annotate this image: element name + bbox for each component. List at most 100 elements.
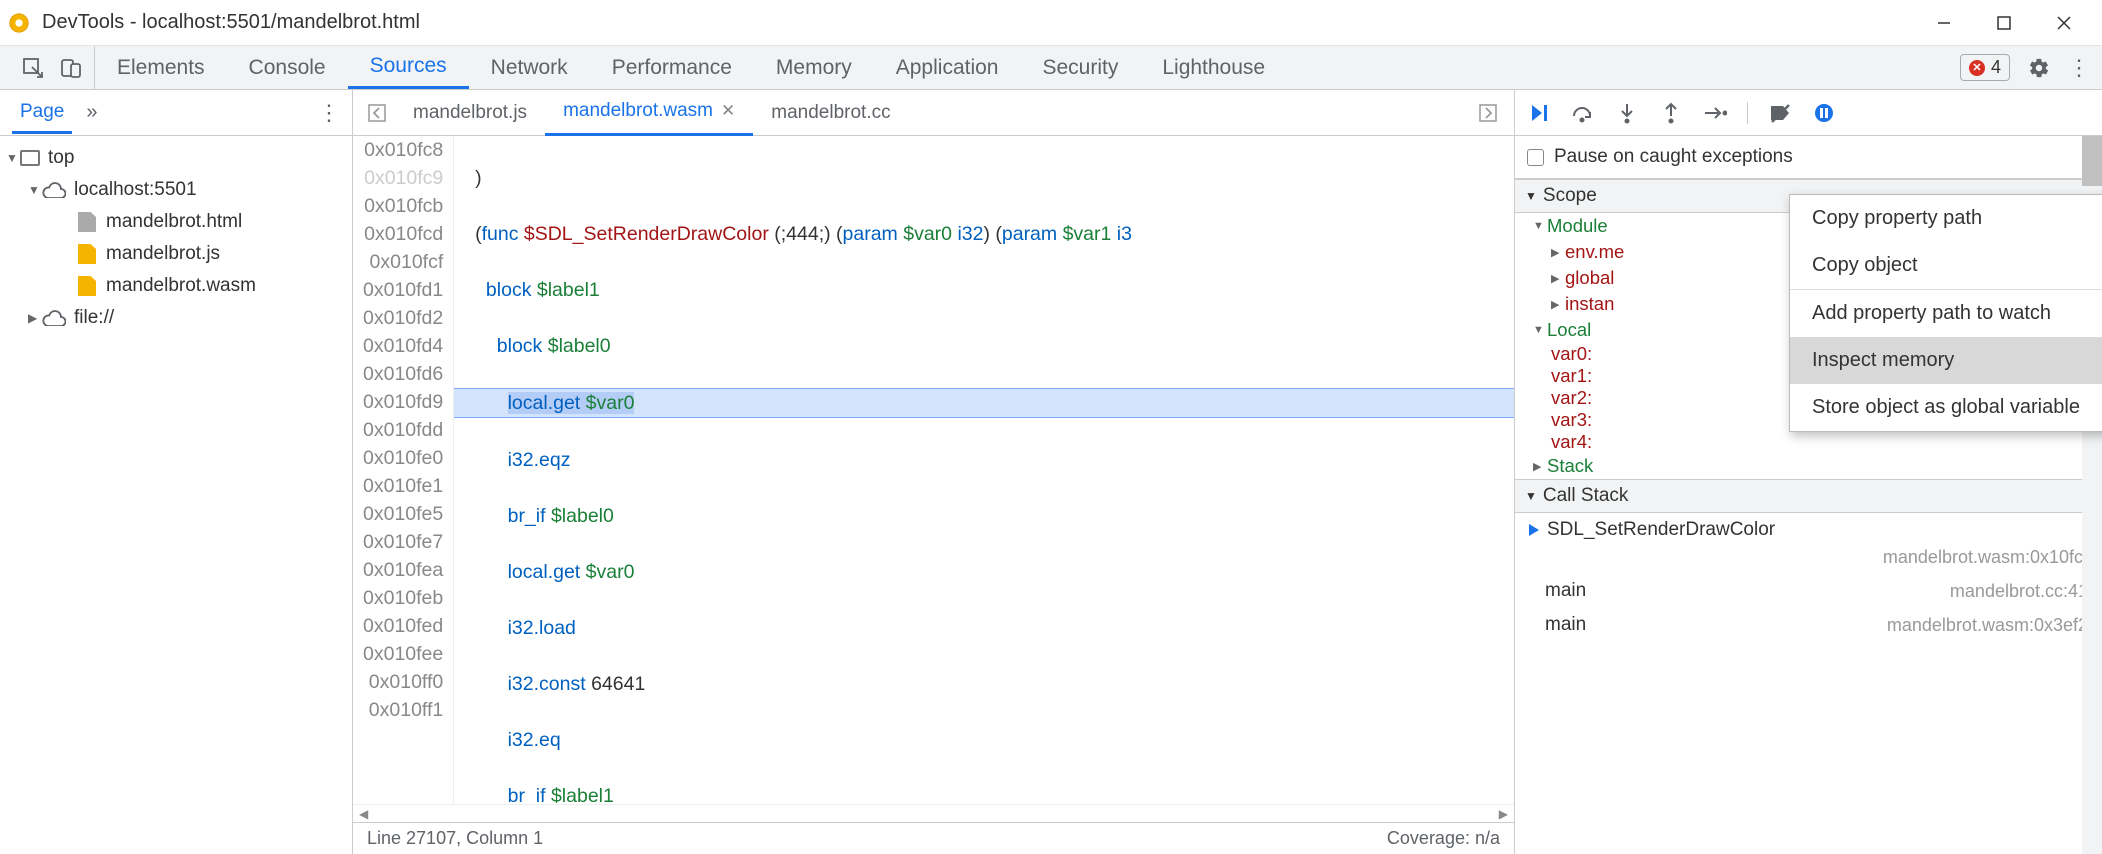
window-controls bbox=[1914, 3, 2094, 43]
scope-local-var[interactable]: var4: bbox=[1515, 431, 2102, 453]
editor-tab-js[interactable]: mandelbrot.js bbox=[395, 90, 545, 136]
context-menu: Copy property path Copy object Add prope… bbox=[1789, 194, 2102, 432]
close-icon[interactable]: ✕ bbox=[721, 101, 735, 121]
window-close-button[interactable] bbox=[2034, 3, 2094, 43]
error-count: 4 bbox=[1991, 57, 2001, 78]
editor-tab-label: mandelbrot.cc bbox=[771, 102, 890, 124]
horizontal-scrollbar[interactable]: ◀ ▶ bbox=[353, 804, 1514, 822]
toolbar-separator bbox=[1747, 102, 1748, 124]
chevron-right-icon: ▶ bbox=[28, 311, 42, 325]
tree-file-label: mandelbrot.wasm bbox=[106, 275, 256, 297]
callstack-frame[interactable]: SDL_SetRenderDrawColor bbox=[1515, 513, 2102, 547]
editor-tab-label: mandelbrot.js bbox=[413, 102, 527, 124]
sidebar-kebab-icon[interactable]: ⋮ bbox=[318, 100, 340, 126]
window-title: DevTools - localhost:5501/mandelbrot.htm… bbox=[42, 11, 420, 34]
cloud-icon bbox=[42, 182, 66, 198]
status-cursor-position: Line 27107, Column 1 bbox=[367, 828, 543, 849]
callstack-frame-loc: mandelbrot.wasm:0x10fcf bbox=[1515, 547, 2102, 574]
settings-icon[interactable] bbox=[2028, 57, 2050, 79]
code-lines[interactable]: ) (func $SDL_SetRenderDrawColor (;444;) … bbox=[454, 136, 1514, 804]
device-toolbar-icon[interactable] bbox=[60, 57, 82, 79]
ctx-inspect-memory[interactable]: Inspect memory bbox=[1790, 337, 2102, 384]
frame-icon bbox=[20, 150, 40, 166]
callstack-frame[interactable]: main mandelbrot.wasm:0x3ef2 bbox=[1515, 608, 2102, 642]
tab-memory[interactable]: Memory bbox=[754, 46, 874, 89]
sidebar-tab-page[interactable]: Page bbox=[12, 91, 72, 134]
error-icon: ✕ bbox=[1969, 60, 1985, 76]
resume-icon[interactable] bbox=[1527, 101, 1551, 125]
debugger-panel: Pause on caught exceptions ▼ Scope ▼Modu… bbox=[1515, 90, 2102, 854]
code-area[interactable]: 0x010fc8 0x010fc9 0x010fcb 0x010fcd 0x01… bbox=[353, 136, 1514, 804]
ctx-copy-object[interactable]: Copy object bbox=[1790, 242, 2102, 289]
window-minimize-button[interactable] bbox=[1914, 3, 1974, 43]
editor-tab-wasm[interactable]: mandelbrot.wasm ✕ bbox=[545, 90, 753, 136]
pause-exceptions-label: Pause on caught exceptions bbox=[1554, 146, 1793, 168]
status-coverage: Coverage: n/a bbox=[1387, 828, 1500, 849]
ctx-copy-property-path[interactable]: Copy property path bbox=[1790, 195, 2102, 242]
chevron-down-icon: ▼ bbox=[1533, 324, 1547, 336]
chevron-down-icon: ▼ bbox=[28, 183, 42, 197]
debugger-toolbar bbox=[1515, 90, 2102, 136]
ctx-store-global[interactable]: Store object as global variable bbox=[1790, 384, 2102, 431]
window-maximize-button[interactable] bbox=[1974, 3, 2034, 43]
tree-file[interactable]: mandelbrot.js bbox=[0, 238, 352, 270]
callstack-body: SDL_SetRenderDrawColor mandelbrot.wasm:0… bbox=[1515, 513, 2102, 642]
script-icon bbox=[78, 244, 96, 264]
editor-panel: mandelbrot.js mandelbrot.wasm ✕ mandelbro… bbox=[353, 90, 1515, 854]
error-count-badge[interactable]: ✕ 4 bbox=[1960, 54, 2010, 81]
tree-top[interactable]: ▼ top bbox=[0, 142, 352, 174]
devtools-tabs-row: Elements Console Sources Network Perform… bbox=[0, 46, 2102, 90]
tab-network[interactable]: Network bbox=[469, 46, 590, 89]
editor-status-bar: Line 27107, Column 1 Coverage: n/a bbox=[353, 822, 1514, 854]
editor-tabstrip: mandelbrot.js mandelbrot.wasm ✕ mandelbro… bbox=[353, 90, 1514, 136]
sidebar-header: Page » ⋮ bbox=[0, 90, 352, 136]
tree-file-label: mandelbrot.js bbox=[106, 243, 220, 265]
pause-on-exceptions-row[interactable]: Pause on caught exceptions bbox=[1515, 136, 2102, 179]
tree-file[interactable]: mandelbrot.wasm bbox=[0, 270, 352, 302]
editor-nav-forward-icon[interactable] bbox=[1468, 103, 1508, 123]
chevron-down-icon: ▼ bbox=[1525, 189, 1537, 203]
tree-label: localhost:5501 bbox=[74, 179, 197, 201]
chevron-down-icon: ▼ bbox=[1525, 489, 1537, 503]
step-over-icon[interactable] bbox=[1571, 101, 1595, 125]
tree-file[interactable]: mandelbrot.html bbox=[0, 206, 352, 238]
kebab-menu-icon[interactable]: ⋮ bbox=[2068, 55, 2090, 81]
chevron-right-icon: ▶ bbox=[1551, 272, 1565, 285]
chevron-down-icon: ▼ bbox=[6, 151, 20, 165]
sidebar-more-tabs-icon[interactable]: » bbox=[86, 101, 97, 124]
editor-tab-cc[interactable]: mandelbrot.cc bbox=[753, 90, 908, 136]
tab-sources[interactable]: Sources bbox=[348, 46, 469, 89]
ctx-add-watch[interactable]: Add property path to watch bbox=[1790, 290, 2102, 337]
scope-stack[interactable]: ▶Stack bbox=[1515, 453, 2102, 479]
tree-host[interactable]: ▼ localhost:5501 bbox=[0, 174, 352, 206]
pause-exceptions-icon[interactable] bbox=[1812, 101, 1836, 125]
gutter: 0x010fc8 0x010fc9 0x010fcb 0x010fcd 0x01… bbox=[353, 136, 454, 804]
tab-performance[interactable]: Performance bbox=[590, 46, 754, 89]
file-tree: ▼ top ▼ localhost:5501 mandelbrot.html m… bbox=[0, 136, 352, 340]
chevron-right-icon: ▶ bbox=[1551, 298, 1565, 311]
chevron-right-icon: ▶ bbox=[1533, 460, 1547, 473]
tree-label: top bbox=[48, 147, 74, 169]
inspect-element-icon[interactable] bbox=[22, 57, 44, 79]
callstack-frame[interactable]: main mandelbrot.cc:41 bbox=[1515, 574, 2102, 608]
window-title-bar: DevTools - localhost:5501/mandelbrot.htm… bbox=[0, 0, 2102, 46]
callstack-section-header[interactable]: ▼ Call Stack bbox=[1515, 479, 2102, 513]
tab-security[interactable]: Security bbox=[1020, 46, 1140, 89]
tab-elements[interactable]: Elements bbox=[95, 46, 227, 89]
tab-console[interactable]: Console bbox=[227, 46, 348, 89]
step-icon[interactable] bbox=[1703, 101, 1727, 125]
navigator-sidebar: Page » ⋮ ▼ top ▼ localhost:5501 mandelbr… bbox=[0, 90, 353, 854]
tab-lighthouse[interactable]: Lighthouse bbox=[1140, 46, 1287, 89]
step-out-icon[interactable] bbox=[1659, 101, 1683, 125]
deactivate-breakpoints-icon[interactable] bbox=[1768, 101, 1792, 125]
script-icon bbox=[78, 276, 96, 296]
chevron-down-icon: ▼ bbox=[1533, 220, 1547, 232]
editor-nav-back-icon[interactable] bbox=[359, 103, 395, 123]
tree-file-scheme[interactable]: ▶ file:// bbox=[0, 302, 352, 334]
chevron-right-icon: ▶ bbox=[1551, 246, 1565, 259]
tree-label: file:// bbox=[74, 307, 114, 329]
tab-application[interactable]: Application bbox=[874, 46, 1021, 89]
editor-tab-label: mandelbrot.wasm bbox=[563, 100, 713, 122]
checkbox-icon[interactable] bbox=[1527, 149, 1544, 166]
step-into-icon[interactable] bbox=[1615, 101, 1639, 125]
